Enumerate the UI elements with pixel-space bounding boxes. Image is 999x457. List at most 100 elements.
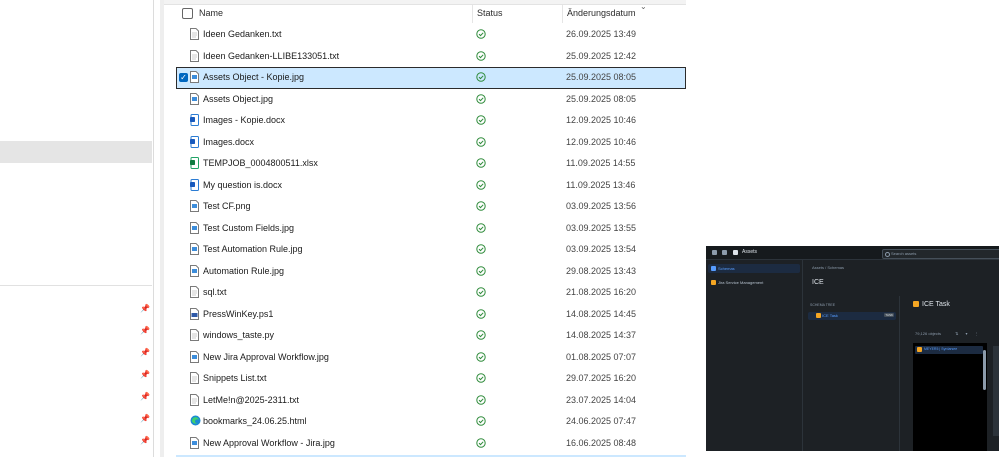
- pin-icon[interactable]: 📌: [140, 370, 150, 380]
- file-row[interactable]: Snippets List.txt 29.07.2025 16:20: [176, 368, 686, 390]
- preview-search-placeholder: Search assets: [891, 251, 917, 256]
- sync-status-icon: [476, 308, 486, 319]
- file-name: PressWinKey.ps1: [203, 308, 274, 319]
- sync-status-icon: [476, 72, 486, 82]
- object-type-icon: [913, 301, 919, 308]
- file-row[interactable]: Assets Object.jpg 25.09.2025 08:05: [176, 89, 686, 111]
- nav-selected-item[interactable]: [0, 141, 152, 163]
- file-row[interactable]: bookmarks_24.06.25.html 24.06.2025 07:47: [176, 411, 686, 433]
- file-row[interactable]: Test CF.png 03.09.2025 13:56: [176, 196, 686, 218]
- select-all-checkbox[interactable]: [182, 8, 193, 19]
- grid-icon: [712, 250, 717, 255]
- pin-icon[interactable]: 📌: [140, 304, 150, 314]
- file-name: Snippets List.txt: [203, 373, 267, 383]
- preview-object-list: MEYER5 | Syrdarsee: [913, 343, 987, 451]
- sync-status-icon: [476, 351, 486, 362]
- assets-logo-icon: [733, 250, 738, 255]
- xlsx-file-icon: [190, 157, 199, 169]
- file-row[interactable]: Images - Kopie.docx 12.09.2025 10:46: [176, 110, 686, 132]
- preview-schema-tree: SCHEMA TREE ICE Task TASK: [806, 296, 900, 451]
- file-row[interactable]: sql.txt 21.08.2025 16:20: [176, 282, 686, 304]
- column-date-header[interactable]: Änderungsdatum: [567, 8, 636, 18]
- pin-icon[interactable]: 📌: [140, 392, 150, 402]
- modified-date: 03.09.2025 13:56: [566, 201, 637, 211]
- file-row[interactable]: TEMPJOB_0004800511.xlsx 11.09.2025 14:55: [176, 153, 686, 175]
- file-name: New Jira Approval Workflow.jpg: [203, 351, 329, 362]
- file-name: Assets Object.jpg: [203, 93, 274, 104]
- file-name: My question is.docx: [203, 179, 283, 190]
- modified-date: 14.08.2025 14:45: [566, 308, 637, 319]
- modified-date: 16.06.2025 08:48: [566, 437, 637, 448]
- file-name: Images.docx: [203, 136, 255, 147]
- sync-status-icon: [476, 115, 486, 125]
- pin-icon[interactable]: 📌: [140, 436, 150, 446]
- img-file-icon: [190, 71, 199, 83]
- jira-service-management-icon: [711, 280, 716, 285]
- sync-status-icon: [476, 394, 486, 405]
- file-name: sql.txt: [203, 287, 227, 297]
- file-name: Ideen Gedanken.txt: [203, 29, 282, 39]
- file-row[interactable]: Test Custom Fields.jpg 03.09.2025 13:55: [176, 218, 686, 240]
- file-row[interactable]: New Jira Approval Workflow.jpg 01.08.2025…: [176, 347, 686, 369]
- img-file-icon: [190, 221, 199, 234]
- preview-right-scrollbar: [993, 346, 999, 436]
- column-name-header[interactable]: Name: [199, 8, 223, 18]
- preview-breadcrumb: Assets / Schemas: [812, 265, 845, 270]
- assets-preview-thumbnail[interactable]: Assets Search assets Schemas Jira Servic…: [706, 246, 999, 451]
- pane-splitter[interactable]: [153, 0, 154, 457]
- schema-tree-item-label: ICE Task: [822, 313, 838, 318]
- preview-sidebar-label: Jira Service Management: [718, 280, 764, 285]
- pin-icon[interactable]: 📌: [140, 326, 150, 336]
- file-row[interactable]: ✓ Assets Object - Kopie.jpg 25.09.2025 08:…: [176, 67, 686, 89]
- file-row[interactable]: Images.docx 12.09.2025 10:46: [176, 132, 686, 154]
- search-icon: [885, 252, 890, 257]
- modified-date: 03.09.2025 13:54: [566, 244, 637, 254]
- file-row[interactable]: Test Automation Rule.jpg 03.09.2025 13:54: [176, 239, 686, 261]
- file-row[interactable]: PressWinKey.ps1 14.08.2025 14:45: [176, 304, 686, 326]
- modified-date: 01.08.2025 07:07: [566, 351, 637, 362]
- nav-scrollbar[interactable]: [160, 0, 164, 457]
- navigation-pane: 📌 📌 📌 📌 📌 📌 📌: [0, 0, 152, 457]
- pin-icon[interactable]: 📌: [140, 348, 150, 358]
- file-name: Assets Object - Kopie.jpg: [203, 72, 305, 82]
- modified-date: 12.09.2025 10:46: [566, 115, 637, 125]
- file-row[interactable]: Ideen Gedanken.txt 26.09.2025 13:49: [176, 24, 686, 46]
- docx-file-icon: [190, 114, 199, 126]
- modified-date: 25.09.2025 12:42: [566, 50, 637, 61]
- column-status-header[interactable]: Status: [477, 8, 503, 18]
- modified-date: 29.07.2025 16:20: [566, 373, 637, 383]
- sync-status-icon: [476, 158, 486, 168]
- preview-object-title: ICE Task: [913, 301, 950, 308]
- docx-file-icon: [190, 178, 199, 191]
- pin-icon[interactable]: 📌: [140, 414, 150, 424]
- preview-sidebar-schemas: Schemas: [708, 264, 800, 273]
- txt-file-icon: [190, 372, 199, 384]
- sync-status-icon: [476, 50, 486, 61]
- file-name: Images - Kopie.docx: [203, 115, 286, 125]
- column-divider[interactable]: [472, 5, 473, 23]
- file-name: Ideen Gedanken-LLIBE133051.txt: [203, 50, 340, 61]
- file-row[interactable]: New Approval Workflow - Jira.jpg 16.06.20…: [176, 433, 686, 455]
- file-row[interactable]: My question is.docx 11.09.2025 13:46: [176, 175, 686, 197]
- modified-date: 11.09.2025 13:46: [566, 179, 636, 190]
- docx-file-icon: [190, 135, 199, 148]
- preview-list-scrollbar: [983, 350, 986, 390]
- sync-status-icon: [476, 265, 486, 276]
- file-row[interactable]: Ideen Gedanken-LLIBE133051.txt 25.09.2025…: [176, 46, 686, 68]
- modified-date: 23.07.2025 14:04: [566, 394, 637, 405]
- preview-sidebar-jsm: Jira Service Management: [708, 278, 800, 287]
- modified-date: 14.08.2025 14:37: [566, 330, 637, 340]
- txt-file-icon: [190, 286, 199, 298]
- preview-page-title: ICE: [812, 279, 824, 286]
- file-name: Test Custom Fields.jpg: [203, 222, 295, 233]
- file-row[interactable]: windows_taste.py 14.08.2025 14:37: [176, 325, 686, 347]
- html-file-icon: [190, 415, 201, 427]
- row-checkbox[interactable]: ✓: [179, 73, 188, 82]
- sync-status-icon: [476, 416, 486, 426]
- file-row[interactable]: LetMe!n@2025-2311.txt 23.07.2025 14:04: [176, 390, 686, 412]
- file-name: windows_taste.py: [203, 330, 275, 340]
- sync-status-icon: [476, 437, 486, 448]
- sync-status-icon: [476, 222, 486, 233]
- file-row[interactable]: Automation Rule.jpg 29.08.2025 13:43: [176, 261, 686, 283]
- column-divider[interactable]: [562, 5, 563, 23]
